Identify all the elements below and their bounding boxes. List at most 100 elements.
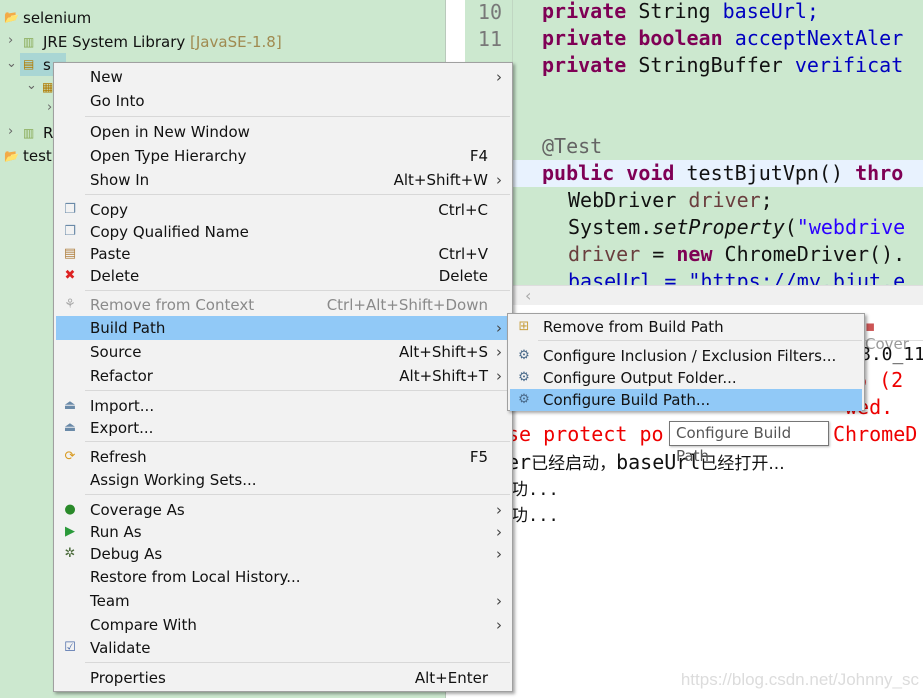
copy-qualified-icon: ❐	[64, 224, 76, 239]
menu-item-run-as[interactable]: ▶ Run As ›	[56, 521, 510, 543]
menu-item-export[interactable]: ⏏ Export...	[56, 417, 510, 439]
chevron-right-icon: ›	[496, 367, 502, 385]
menu-item-configure-output-folder[interactable]: ⚙ Configure Output Folder...	[510, 367, 862, 389]
coverage-icon: ●	[64, 502, 76, 517]
menu-label: Compare With	[90, 616, 197, 634]
constructor-call: ChromeDriver().	[712, 242, 906, 266]
menu-item-team[interactable]: Team ›	[56, 590, 510, 612]
chevron-right-icon[interactable]: ›	[47, 100, 52, 115]
menu-item-build-path[interactable]: Build Path ›	[56, 316, 510, 340]
chevron-right-icon[interactable]: ›	[8, 124, 13, 139]
menu-item-open-in-new-window[interactable]: Open in New Window	[56, 121, 510, 143]
menu-item-refresh[interactable]: ⟳ Refresh F5	[56, 446, 510, 468]
remove-build-path-icon: ⊞	[518, 319, 530, 334]
text: 已经启动，	[531, 454, 617, 474]
field: acceptNextAler	[734, 26, 904, 50]
menu-label: Configure Inclusion / Exclusion Filters.…	[543, 347, 837, 365]
menu-item-restore-from-local-history[interactable]: Restore from Local History...	[56, 566, 510, 588]
console-output-line: 功...	[511, 480, 559, 500]
menu-item-assign-working-sets[interactable]: Assign Working Sets...	[56, 469, 510, 491]
menu-item-import[interactable]: ⏏ Import...	[56, 395, 510, 417]
refresh-icon: ⟳	[64, 449, 76, 464]
menu-label: Configure Output Folder...	[543, 369, 737, 387]
tree-item-selenium[interactable]: selenium	[23, 8, 91, 28]
menu-label: Remove from Build Path	[543, 318, 724, 336]
menu-shortcut: Alt+Enter	[414, 669, 488, 687]
annotation: @Test	[542, 134, 603, 158]
coverage-icon: ▪	[865, 317, 876, 335]
paren: (	[784, 215, 797, 239]
menu-item-source[interactable]: Source Alt+Shift+S ›	[56, 341, 510, 363]
tree-item-decoration: [JavaSE-1.8]	[190, 33, 282, 51]
chevron-right-icon: ›	[496, 616, 502, 634]
library-icon: ▥	[23, 126, 35, 140]
menu-item-debug-as[interactable]: ✲ Debug As ›	[56, 543, 510, 565]
menu-item-copy-qualified-name[interactable]: ❐ Copy Qualified Name	[56, 221, 510, 243]
chevron-down-icon[interactable]: ⌄	[6, 56, 17, 71]
menu-item-show-in[interactable]: Show In Alt+Shift+W ›	[56, 169, 510, 191]
menu-label: Build Path	[90, 319, 166, 337]
scroll-left-icon[interactable]: ‹	[525, 286, 531, 305]
menu-label: Paste	[90, 245, 131, 263]
horizontal-scrollbar[interactable]: ‹	[465, 285, 923, 305]
keyword: private	[542, 0, 627, 23]
code-line: public void testBjutVpn() thro	[542, 160, 903, 187]
method-call: setProperty	[652, 215, 785, 239]
chevron-down-icon[interactable]: ⌄	[26, 78, 37, 93]
menu-label: Assign Working Sets...	[90, 471, 257, 489]
menu-item-configure-inclusion-exclusion[interactable]: ⚙ Configure Inclusion / Exclusion Filters…	[510, 345, 862, 367]
menu-item-open-type-hierarchy[interactable]: Open Type Hierarchy F4	[56, 145, 510, 167]
build-path-submenu: ⊞ Remove from Build Path ⚙ Configure Inclu…	[507, 313, 865, 411]
menu-shortcut: Ctrl+V	[438, 245, 488, 263]
menu-label: Remove from Context	[90, 296, 255, 314]
tree-item-test[interactable]: test	[23, 146, 52, 166]
menu-item-new[interactable]: New ›	[56, 66, 510, 88]
menu-item-delete[interactable]: ✖ Delete Delete	[56, 265, 510, 287]
menu-item-validate[interactable]: ☑ Validate	[56, 637, 510, 659]
code-line: private String baseUrl;	[542, 0, 819, 25]
menu-item-copy[interactable]: ❐ Copy Ctrl+C	[56, 199, 510, 221]
tree-item-src[interactable]: s	[43, 55, 51, 75]
code-editor[interactable]: 10 11 private String baseUrl; private bo…	[465, 0, 923, 285]
string-literal: "webdrive	[796, 215, 906, 239]
chevron-right-icon[interactable]: ›	[8, 33, 13, 48]
chevron-right-icon: ›	[496, 523, 502, 541]
menu-item-configure-build-path[interactable]: ⚙ Configure Build Path...	[510, 389, 862, 411]
console-error-line: ChromeD	[833, 422, 918, 446]
menu-item-properties[interactable]: Properties Alt+Enter	[56, 667, 510, 689]
build-path-icon: ⚙	[518, 392, 530, 407]
keyword: new	[676, 242, 713, 266]
tree-item-r[interactable]: R	[43, 123, 53, 143]
menu-item-go-into[interactable]: Go Into	[56, 90, 510, 112]
tree-item-jre[interactable]: JRE System Library [JavaSE-1.8]	[43, 32, 282, 52]
menu-shortcut: F4	[469, 147, 488, 165]
menu-shortcut: Ctrl+Alt+Shift+Down	[326, 296, 488, 314]
menu-label: Show In	[90, 171, 150, 189]
menu-label: Coverage As	[90, 501, 185, 519]
menu-item-refactor[interactable]: Refactor Alt+Shift+T ›	[56, 365, 510, 387]
console-output-line: 功...	[511, 506, 559, 526]
keyword: private	[542, 26, 627, 50]
menu-label: Properties	[90, 669, 166, 687]
chevron-right-icon: ›	[496, 343, 502, 361]
menu-separator	[85, 494, 510, 495]
tree-item-cut	[0, 0, 446, 2]
menu-label: Refresh	[90, 448, 147, 466]
local-var: driver	[568, 242, 641, 266]
export-icon: ⏏	[63, 420, 77, 435]
menu-item-compare-with[interactable]: Compare With ›	[56, 614, 510, 636]
chevron-right-icon: ›	[496, 592, 502, 610]
menu-label: Open Type Hierarchy	[90, 147, 247, 165]
menu-item-coverage-as[interactable]: ● Coverage As ›	[56, 499, 510, 521]
menu-item-remove-from-build-path[interactable]: ⊞ Remove from Build Path	[510, 316, 862, 338]
menu-label: Open in New Window	[90, 123, 250, 141]
run-icon: ▶	[65, 524, 75, 539]
menu-item-paste[interactable]: ▤ Paste Ctrl+V	[56, 243, 510, 265]
menu-label: Team	[90, 592, 130, 610]
type: WebDriver	[568, 188, 677, 212]
menu-shortcut: Alt+Shift+S	[398, 343, 488, 361]
keyword: thro	[855, 161, 904, 185]
library-icon: ▥	[23, 35, 35, 49]
menu-shortcut: Alt+Shift+T	[399, 367, 488, 385]
watermark: https://blog.csdn.net/Johnny_sc	[680, 670, 919, 689]
